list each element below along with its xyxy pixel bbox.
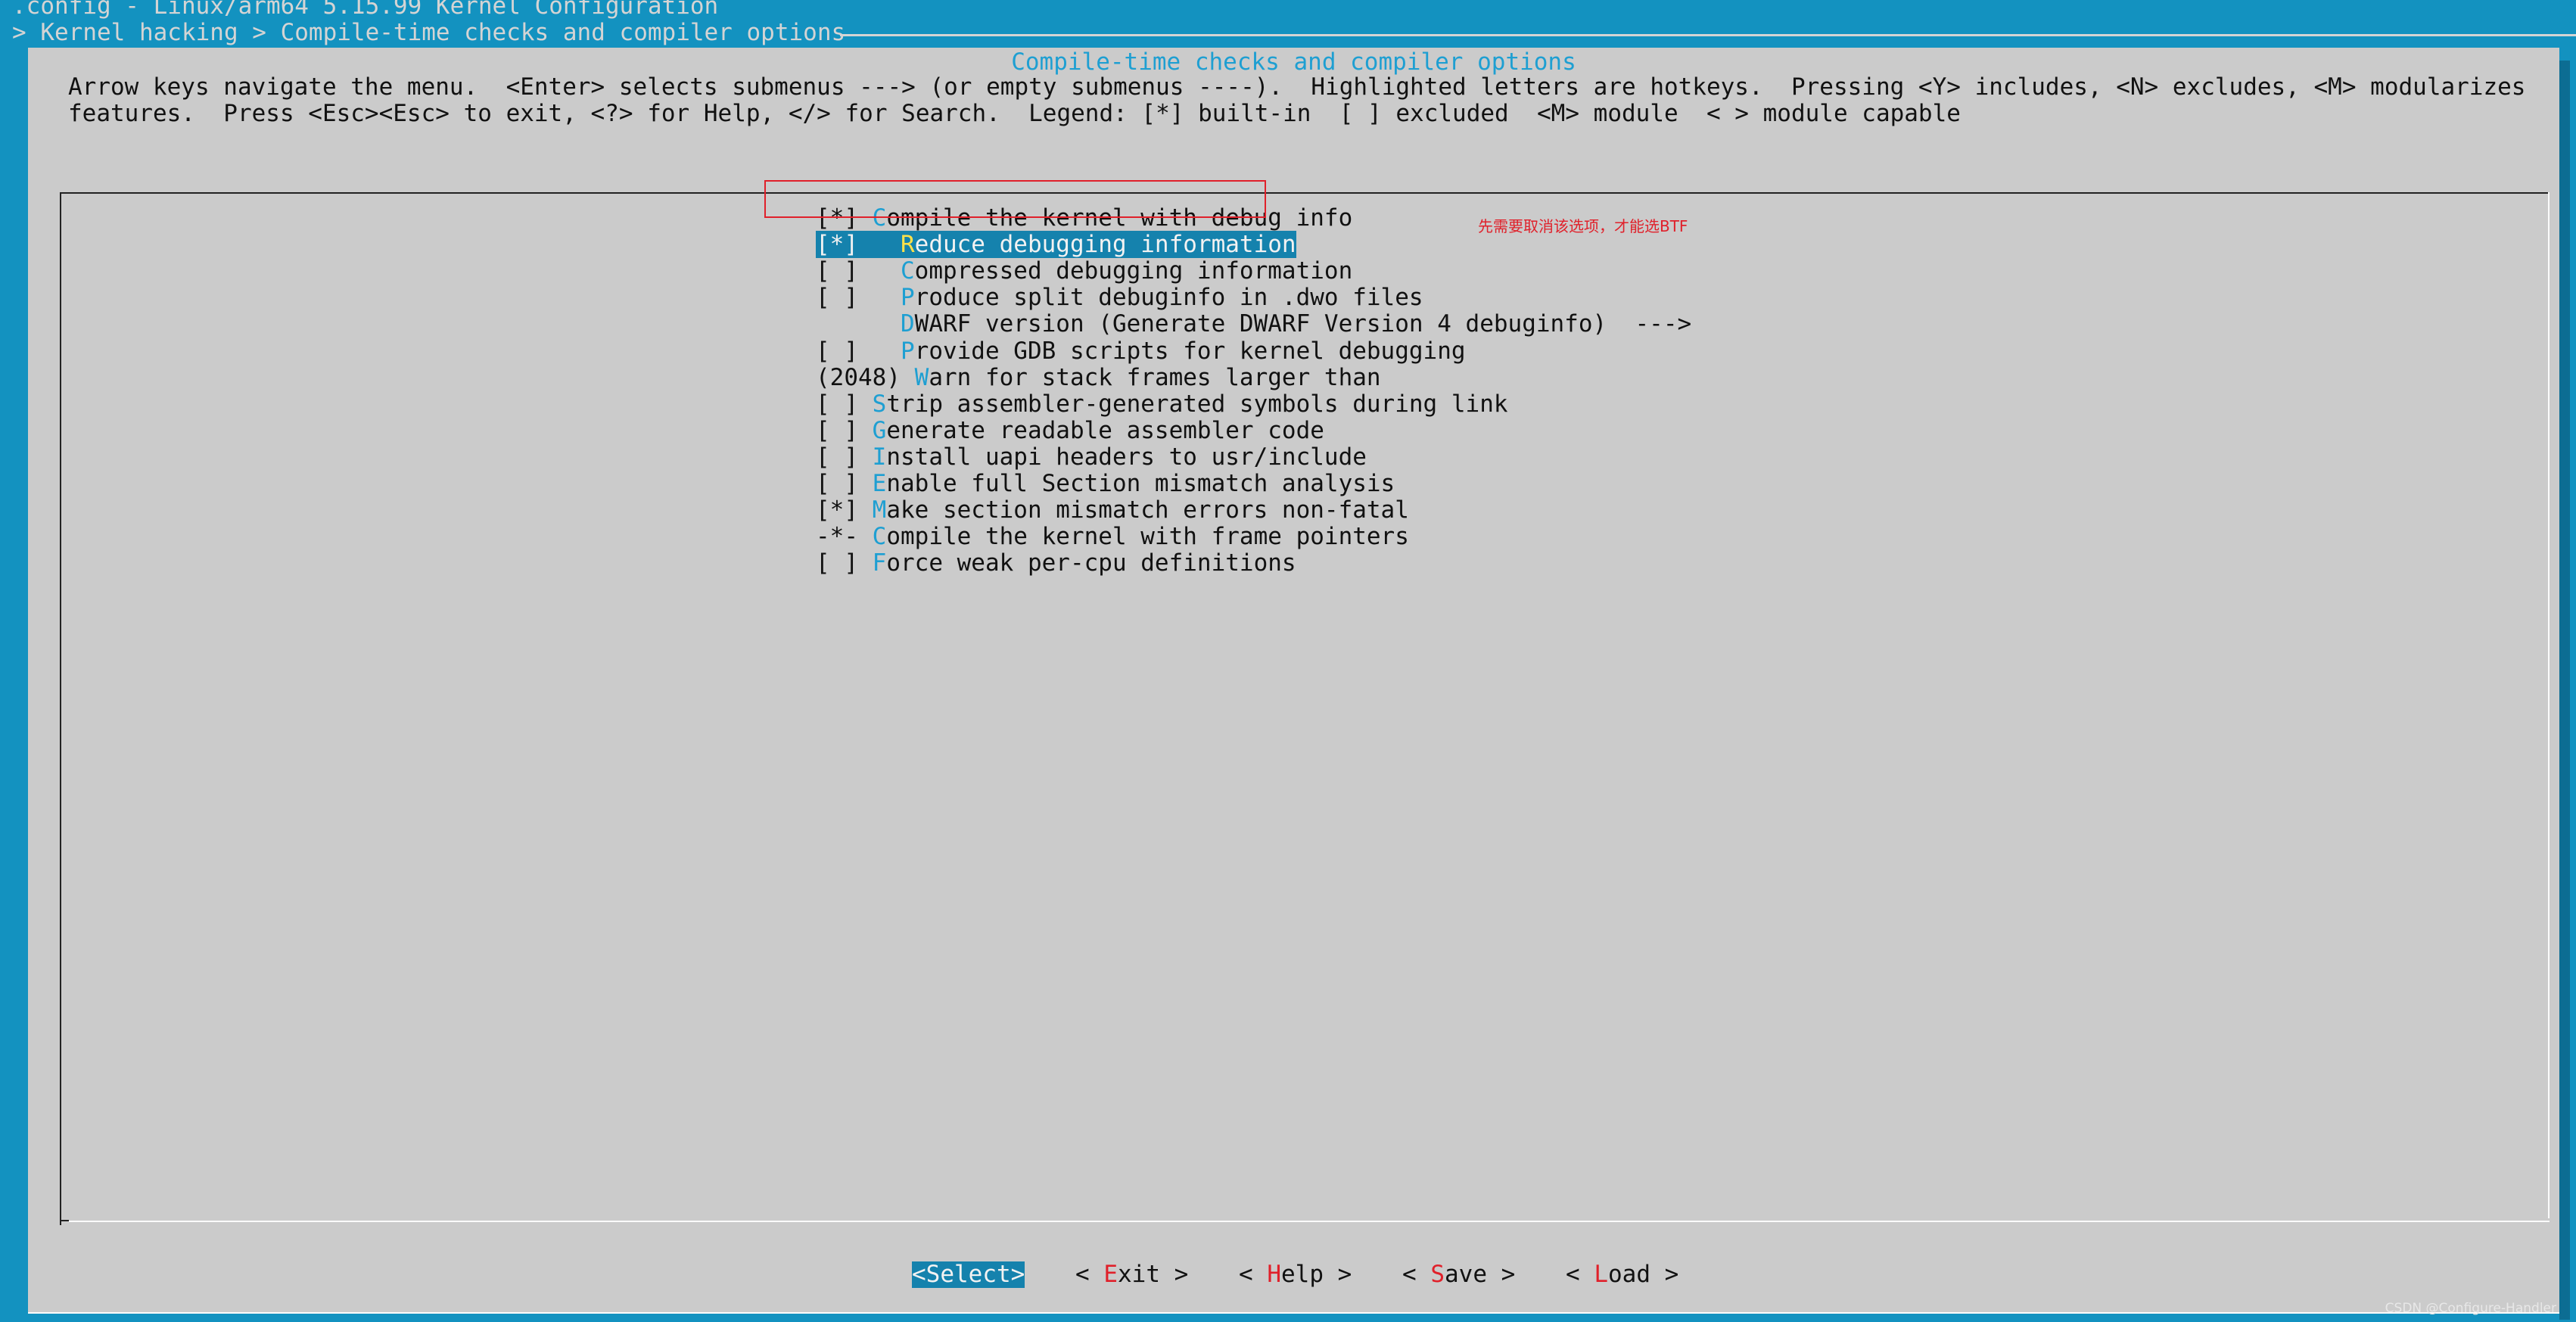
breadcrumb: > Kernel hacking > Compile-time checks a…	[12, 19, 846, 46]
menu-item[interactable]: [ ] Compressed debugging information	[816, 258, 1352, 285]
menu-item-state: [ ]	[816, 284, 901, 312]
button-label: elect	[940, 1261, 1011, 1288]
menu-item-state	[816, 310, 901, 337]
button-hotkey: L	[1594, 1261, 1608, 1288]
button-load[interactable]: < Load >	[1566, 1261, 1678, 1288]
help-text: Arrow keys navigate the menu. <Enter> se…	[68, 74, 2525, 127]
menu-item-hotkey: E	[872, 470, 887, 497]
menu-item-hotkey: D	[900, 310, 915, 338]
button-hotkey: H	[1267, 1261, 1281, 1288]
menu-item-hotkey: R	[900, 231, 915, 259]
button-bracket: <	[1239, 1261, 1268, 1288]
breadcrumb-rule	[840, 34, 2576, 36]
button-label: oad	[1608, 1261, 1650, 1288]
watermark: CSDN @Configure-Handler	[2385, 1301, 2556, 1316]
menu-item-state: [ ]	[816, 470, 873, 497]
menu-item[interactable]: [ ] Generate readable assembler code	[816, 416, 1324, 444]
dialog-shadow	[2559, 61, 2570, 1320]
config-dialog: Compile-time checks and compiler options…	[28, 48, 2559, 1313]
menu-item-hotkey: S	[872, 390, 887, 418]
menu-item-state: (2048)	[816, 363, 915, 391]
bottom-rule	[28, 1312, 2559, 1314]
menu-item[interactable]: DWARF version (Generate DWARF Version 4 …	[816, 311, 1691, 337]
menu-item-label: arn for stack frames larger than	[929, 363, 1381, 391]
menu-item-label: trip assembler-generated symbols during …	[886, 390, 1508, 418]
button-bracket: <	[1566, 1261, 1594, 1288]
menu-item-state: [ ]	[816, 443, 873, 471]
menu-item-hotkey: C	[872, 523, 887, 551]
menu-item-state: -*-	[816, 523, 873, 551]
menu-item-hotkey: C	[900, 257, 915, 285]
button-exit[interactable]: < Exit >	[1075, 1261, 1188, 1288]
menu-box-edge	[2548, 192, 2550, 1218]
help-line: features. Press <Esc><Esc> to exit, <?> …	[68, 100, 1961, 127]
menu-item-label: nable full Section mismatch analysis	[886, 470, 1395, 497]
menu-item-state: [ ]	[816, 549, 873, 577]
menu-item[interactable]: [*] Reduce debugging information	[816, 231, 1296, 259]
menu-item-hotkey: M	[872, 496, 887, 524]
menu-item-label: ompile the kernel with frame pointers	[886, 523, 1409, 551]
menu-item[interactable]: (2048) Warn for stack frames larger than	[816, 363, 1381, 391]
menu-box-edge	[69, 1221, 2550, 1222]
window-title: .config - Linux/arm64 5.15.99 Kernel Con…	[12, 0, 719, 20]
menu-item-hotkey: P	[900, 337, 915, 365]
button-save[interactable]: < Save >	[1402, 1261, 1515, 1288]
button-bracket: >	[1160, 1261, 1189, 1288]
menu-item[interactable]: [ ] Strip assembler-generated symbols du…	[816, 390, 1508, 418]
button-select[interactable]: <Select>	[912, 1261, 1025, 1288]
menu-item-state: [ ]	[816, 257, 901, 285]
menu-item-hotkey: I	[872, 443, 887, 471]
menu-item[interactable]: -*- Compile the kernel with frame pointe…	[816, 524, 1409, 550]
menu-item-state: [ ]	[816, 416, 873, 444]
menu-item[interactable]: [ ] Install uapi headers to usr/include	[816, 443, 1367, 471]
menu-item-label: ompressed debugging information	[914, 257, 1353, 285]
menu-item-state: [*]	[816, 496, 873, 524]
button-bracket: >	[1487, 1261, 1516, 1288]
button-bracket: <	[1402, 1261, 1431, 1288]
button-bracket: >	[1650, 1261, 1679, 1288]
menu-item[interactable]: [ ] Force weak per-cpu definitions	[816, 550, 1296, 577]
menu-item-label: educe debugging information	[914, 231, 1296, 259]
menu-item-state: [ ]	[816, 390, 873, 418]
menu-item-hotkey: F	[872, 549, 887, 577]
help-line: Arrow keys navigate the menu. <Enter> se…	[68, 73, 2526, 101]
dialog-title: Compile-time checks and compiler options	[1011, 48, 1576, 76]
annotation-highlight-box	[764, 180, 1266, 218]
menu-item[interactable]: [ ] Provide GDB scripts for kernel debug…	[816, 337, 1466, 365]
menu-item-hotkey: P	[900, 284, 915, 312]
button-bracket: >	[1010, 1261, 1025, 1288]
menu-item-hotkey: W	[914, 363, 929, 391]
menu-box-corner	[60, 1220, 69, 1221]
menu-item[interactable]: [ ] Enable full Section mismatch analysi…	[816, 471, 1395, 497]
menu-item-label: rovide GDB scripts for kernel debugging	[914, 337, 1466, 365]
button-bracket: <	[912, 1261, 926, 1288]
button-hotkey: S	[1430, 1261, 1445, 1288]
menu-item-label: enerate readable assembler code	[886, 416, 1324, 444]
button-label: ave	[1445, 1261, 1487, 1288]
menu-item-label: WARF version (Generate DWARF Version 4 d…	[914, 310, 1692, 338]
menu-item-label: roduce split debuginfo in .dwo files	[914, 284, 1423, 312]
menu-item-label: orce weak per-cpu definitions	[886, 549, 1296, 577]
button-bracket: >	[1324, 1261, 1352, 1288]
button-help[interactable]: < Help >	[1239, 1261, 1352, 1288]
menu-item-label: nstall uapi headers to usr/include	[886, 443, 1367, 471]
menu-item-label: ake section mismatch errors non-fatal	[886, 496, 1409, 524]
button-label: xit	[1118, 1261, 1160, 1288]
button-hotkey: S	[926, 1261, 941, 1288]
annotation-note: 先需要取消该选项，才能选BTF	[1478, 217, 1688, 235]
menu-item-state: [ ]	[816, 337, 901, 365]
menu-item[interactable]: [*] Make section mismatch errors non-fat…	[816, 497, 1409, 524]
button-label: elp	[1281, 1261, 1324, 1288]
menu-item-hotkey: G	[872, 416, 887, 444]
button-hotkey: E	[1103, 1261, 1118, 1288]
button-bracket: <	[1075, 1261, 1104, 1288]
menu-item-state: [*]	[816, 231, 901, 259]
menu-item[interactable]: [ ] Produce split debuginfo in .dwo file…	[816, 285, 1423, 311]
